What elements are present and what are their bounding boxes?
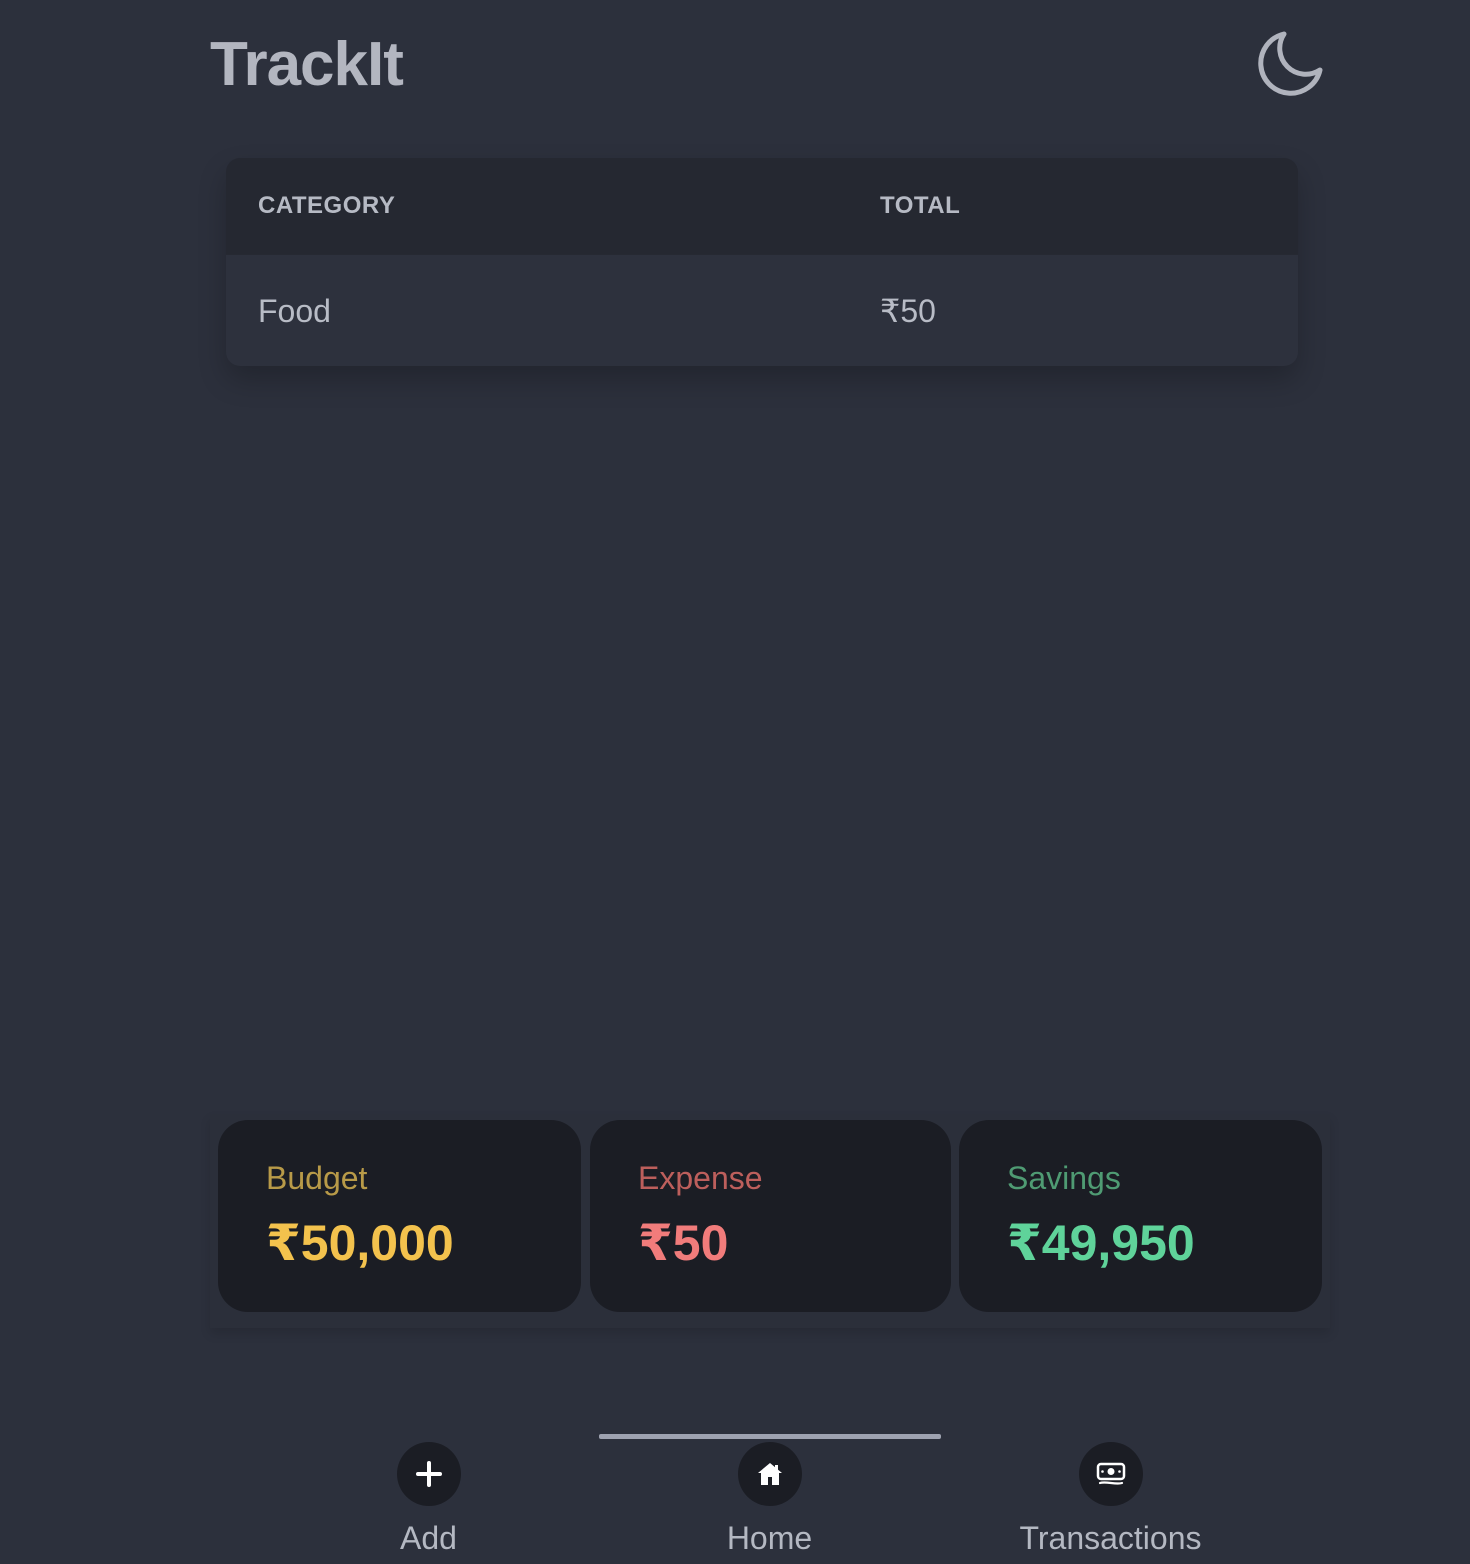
column-header-category: CATEGORY [258, 192, 396, 219]
home-icon [737, 1442, 802, 1506]
nav-add-button[interactable]: Add [258, 1442, 599, 1564]
app-root: TrackIt CATEGORY TOTAL Food ₹50 Budget ₹… [0, 0, 1470, 1564]
category-table: CATEGORY TOTAL Food ₹50 [226, 158, 1298, 366]
budget-value: ₹50,000 [266, 1215, 454, 1271]
nav-add-label: Add [400, 1520, 457, 1556]
summary-panel: Budget ₹50,000 Expense ₹50 Savings ₹49,9… [210, 1114, 1330, 1328]
app-title: TrackIt [210, 30, 404, 99]
nav-transactions-label: Transactions [1019, 1520, 1202, 1556]
plus-icon [396, 1442, 461, 1506]
money-icon [1078, 1442, 1143, 1506]
theme-toggle-button[interactable] [1254, 28, 1326, 100]
savings-label: Savings [1007, 1160, 1121, 1196]
moon-icon [1258, 31, 1323, 96]
column-header-total: TOTAL [880, 192, 961, 219]
nav-transactions-button[interactable]: Transactions [940, 1442, 1281, 1564]
savings-card: Savings ₹49,950 [959, 1120, 1322, 1312]
budget-card: Budget ₹50,000 [218, 1120, 581, 1312]
table-header: CATEGORY TOTAL [226, 158, 1298, 255]
cell-total: ₹50 [880, 293, 936, 329]
active-tab-indicator [599, 1434, 941, 1439]
savings-value: ₹49,950 [1007, 1215, 1195, 1271]
nav-home-label: Home [726, 1520, 813, 1556]
expense-value: ₹50 [638, 1215, 729, 1271]
expense-label: Expense [638, 1160, 763, 1196]
table-row: Food ₹50 [226, 255, 1298, 366]
nav-home-button[interactable]: Home [599, 1442, 940, 1564]
bottom-nav: Add Home Transactions [258, 1420, 1282, 1564]
expense-card: Expense ₹50 [590, 1120, 951, 1312]
cell-category: Food [258, 292, 331, 329]
budget-label: Budget [266, 1160, 368, 1196]
header: TrackIt [210, 28, 1330, 104]
